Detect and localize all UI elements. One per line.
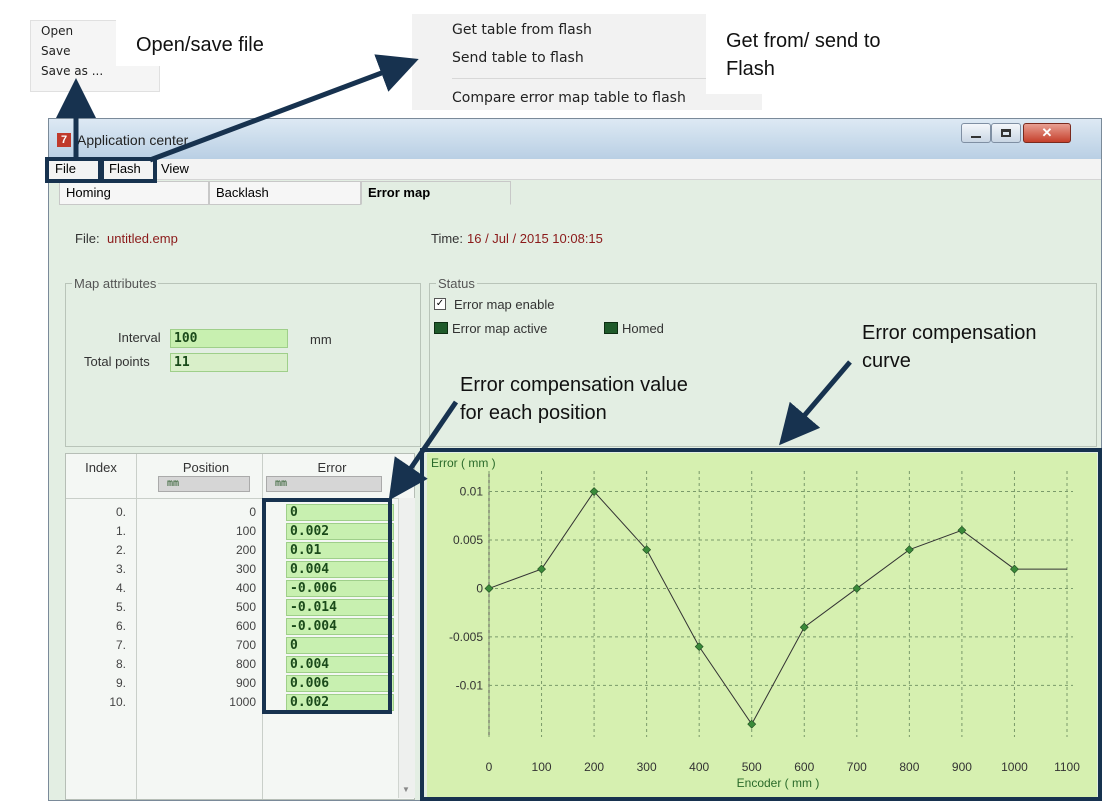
position-header: Position	[182, 460, 230, 475]
highlight-file-menu	[45, 157, 102, 183]
highlight-chart	[420, 448, 1102, 801]
time-label: Time:	[431, 231, 464, 246]
homed-indicator	[604, 321, 618, 339]
row-index: 0.	[115, 505, 126, 519]
error-map-enable-checkbox[interactable]: ✓	[434, 298, 446, 310]
close-icon: ✕	[1041, 125, 1053, 140]
tab-backlash[interactable]: Backlash	[209, 181, 361, 205]
row-position: 300	[235, 562, 256, 576]
status-title: Status	[436, 276, 477, 291]
led-icon	[434, 322, 448, 334]
map-attributes-title: Map attributes	[72, 276, 159, 291]
row-index: 2.	[115, 543, 126, 557]
file-name: untitled.emp	[107, 231, 178, 246]
close-button[interactable]: ✕	[1023, 123, 1071, 143]
scrollbar[interactable]: ▼	[398, 498, 415, 798]
row-index: 10.	[109, 695, 126, 709]
comp-curve-annotation-line2: curve	[862, 350, 911, 372]
interval-label: Interval	[118, 330, 161, 345]
index-column-divider	[136, 454, 137, 799]
row-position: 1000	[229, 695, 256, 709]
interval-unit: mm	[310, 332, 332, 347]
minimize-icon	[971, 136, 981, 138]
comp-value-annotation-line2: for each position	[460, 402, 607, 424]
menu-item-save-as[interactable]: Save as ...	[41, 64, 103, 78]
tab-strip: Homing Backlash Error map	[59, 181, 1099, 205]
error-map-enable-label: Error map enable	[454, 297, 555, 312]
row-position: 400	[235, 581, 256, 595]
comp-value-annotation-line1: Error compensation value	[460, 374, 688, 396]
error-header: Error	[317, 460, 347, 475]
open-save-annotation: Open/save file	[136, 34, 264, 56]
menu-item-open[interactable]: Open	[41, 24, 73, 38]
led-icon	[604, 322, 618, 334]
row-position: 200	[235, 543, 256, 557]
row-index: 5.	[115, 600, 126, 614]
scroll-down-icon[interactable]: ▼	[402, 785, 410, 794]
error-unit: mm	[266, 476, 382, 492]
homed-label: Homed	[622, 321, 664, 336]
highlight-error-column	[262, 498, 392, 714]
menu-item-save[interactable]: Save	[41, 44, 70, 58]
flash-annotation-line2: Flash	[726, 58, 775, 80]
row-index: 3.	[115, 562, 126, 576]
menu-item-compare[interactable]: Compare error map table to flash	[452, 90, 686, 106]
position-unit: mm	[158, 476, 250, 492]
time-value: 16 / Jul / 2015 10:08:15	[467, 231, 603, 246]
row-index: 1.	[115, 524, 126, 538]
file-label: File:	[75, 231, 100, 246]
row-index: 8.	[115, 657, 126, 671]
row-index: 9.	[115, 676, 126, 690]
map-attributes-group: Map attributes Interval 100 mm Total poi…	[65, 276, 421, 447]
tab-error-map[interactable]: Error map	[361, 181, 511, 205]
menu-item-send-table[interactable]: Send table to flash	[452, 50, 584, 66]
minimize-button[interactable]	[961, 123, 991, 143]
row-position: 800	[235, 657, 256, 671]
maximize-button[interactable]	[991, 123, 1021, 143]
row-index: 4.	[115, 581, 126, 595]
row-position: 100	[235, 524, 256, 538]
row-position: 0	[249, 505, 256, 519]
row-position: 600	[235, 619, 256, 633]
maximize-icon	[1001, 129, 1011, 137]
total-points-field[interactable]: 11	[170, 353, 288, 372]
row-index: 6.	[115, 619, 126, 633]
app-icon: 7	[57, 133, 71, 147]
title-bar: 7 Application center ✕	[49, 119, 1101, 160]
checkmark-icon: ✓	[435, 298, 445, 309]
highlight-flash-menu	[100, 157, 157, 183]
row-index: 7.	[115, 638, 126, 652]
interval-field[interactable]: 100	[170, 329, 288, 348]
error-map-active-indicator	[434, 321, 448, 339]
flash-annotation-line1: Get from/ send to	[726, 30, 881, 52]
tab-homing[interactable]: Homing	[59, 181, 209, 205]
row-position: 700	[235, 638, 256, 652]
window-title: Application center	[77, 132, 189, 148]
menu-view[interactable]: View	[161, 161, 189, 176]
menu-bar: File Flash View	[49, 159, 1101, 180]
menu-item-get-table[interactable]: Get table from flash	[452, 22, 592, 38]
flash-annotation-bg	[706, 14, 966, 94]
index-header: Index	[85, 460, 117, 475]
comp-curve-annotation-line1: Error compensation	[862, 322, 1037, 344]
total-points-label: Total points	[84, 354, 150, 369]
row-position: 500	[235, 600, 256, 614]
error-map-active-label: Error map active	[452, 321, 548, 336]
row-position: 900	[235, 676, 256, 690]
